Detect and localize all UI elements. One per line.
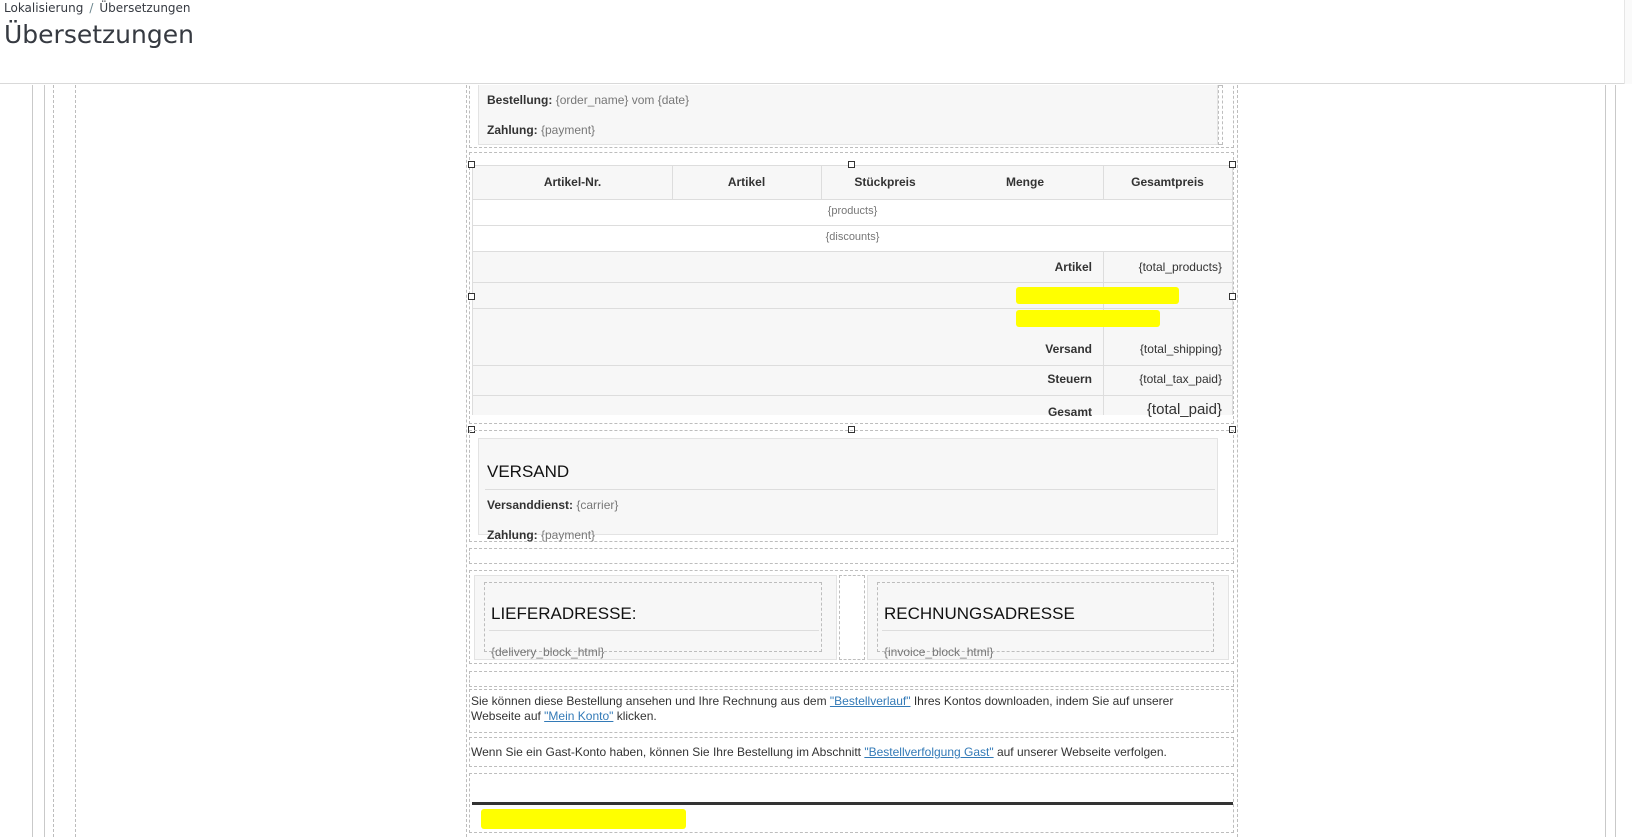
address-gap [839, 575, 865, 660]
container-guide [466, 85, 467, 837]
carrier-value: {carrier} [576, 498, 619, 512]
column-header-product: Artikel [727, 175, 766, 189]
layout-guide [1615, 85, 1616, 837]
shipping-payment-label: Zahlung: [487, 528, 538, 542]
template-editor[interactable]: Bestellung: {order_name} vom {date} Zahl… [0, 85, 1632, 837]
guest-tracking-link[interactable]: "Bestellverfolgung Gast" [864, 745, 993, 759]
page-header: Lokalisierung / Übersetzungen Übersetzunge… [0, 0, 1632, 84]
totals-area [473, 251, 1232, 415]
payment-value: {payment} [541, 123, 596, 137]
payment-label: Zahlung: [487, 123, 538, 137]
resize-handle[interactable] [848, 161, 855, 168]
resize-handle[interactable] [1229, 293, 1236, 300]
order-name-line: Bestellung: {order_name} vom {date} [487, 93, 689, 107]
shipping-title: VERSAND [487, 462, 570, 481]
layout-guide [53, 85, 54, 837]
row-divider [472, 308, 1233, 309]
history-text: Sie können diese Bestellung ansehen und … [471, 694, 1174, 723]
discounts-placeholder: {discounts} [825, 231, 880, 243]
resize-handle[interactable] [468, 293, 475, 300]
carrier-line: Versanddienst: {carrier} [487, 498, 618, 512]
highlight-marker [1016, 310, 1160, 327]
layout-guide [1605, 85, 1606, 837]
layout-guide [75, 85, 76, 837]
shipping-block[interactable] [478, 438, 1218, 535]
page-title: Übersetzungen [4, 20, 194, 49]
column-header-sku: Artikel-Nr. [543, 175, 602, 189]
order-label: Bestellung: [487, 93, 553, 107]
total-paid-value: {total_paid} [1146, 401, 1222, 418]
guest-text: Wenn Sie ein Gast-Konto haben, können Si… [471, 745, 1167, 759]
total-paid-label: Gesamt [1047, 405, 1092, 419]
invoice-address-value: {invoice_block_html} [884, 645, 994, 659]
spacer-block [469, 671, 1234, 687]
shipping-payment-value: {payment} [541, 528, 596, 542]
order-history-link[interactable]: "Bestellverlauf" [830, 694, 911, 708]
delivery-title-divider [489, 630, 819, 631]
footer-rule [472, 802, 1233, 805]
order-value: {order_name} vom {date} [555, 93, 690, 107]
highlight-marker [1016, 287, 1179, 304]
my-account-link[interactable]: "Mein Konto" [544, 709, 613, 723]
carrier-label: Versanddienst: [487, 498, 574, 512]
container-guide [1237, 85, 1238, 837]
spacer-block [469, 548, 1234, 564]
total-shipping-label: Versand [1045, 342, 1092, 356]
breadcrumb-separator: / [89, 1, 94, 15]
layout-guide [32, 85, 33, 837]
column-header-quantity: Menge [1005, 175, 1044, 189]
shipping-payment-line: Zahlung: {payment} [487, 528, 595, 542]
total-shipping-value: {total_shipping} [1139, 342, 1222, 356]
delivery-address-title: LIEFERADRESSE: [491, 604, 637, 623]
row-divider [472, 365, 1233, 366]
highlight-marker [481, 809, 686, 829]
totals-divider [1103, 251, 1104, 415]
resize-handle[interactable] [468, 161, 475, 168]
column-header-unit-price: Stückpreis [854, 175, 916, 189]
shipping-title-divider [485, 489, 1215, 490]
layout-guide [44, 85, 45, 837]
total-tax-label: Steuern [1047, 372, 1092, 386]
invoice-title-divider [882, 630, 1212, 631]
breadcrumb: Lokalisierung / Übersetzungen [4, 1, 191, 15]
resize-handle[interactable] [1229, 161, 1236, 168]
total-tax-value: {total_tax_paid} [1139, 372, 1222, 386]
breadcrumb-localization-link[interactable]: Lokalisierung [4, 1, 83, 15]
row-divider [472, 395, 1233, 396]
breadcrumb-current: Übersetzungen [99, 1, 191, 15]
order-payment-line: Zahlung: {payment} [487, 123, 595, 137]
total-products-value: {total_products} [1138, 260, 1222, 274]
products-placeholder: {products} [827, 205, 878, 217]
invoice-address-title: RECHNUNGSADRESSE [884, 604, 1075, 623]
row-divider [472, 282, 1233, 283]
total-products-label: Artikel [1054, 260, 1092, 274]
column-header-total: Gesamtpreis [1131, 175, 1204, 189]
page-scrollbar[interactable] [1624, 0, 1632, 84]
delivery-address-value: {delivery_block_html} [491, 645, 605, 659]
order-block-guide [1218, 85, 1223, 145]
